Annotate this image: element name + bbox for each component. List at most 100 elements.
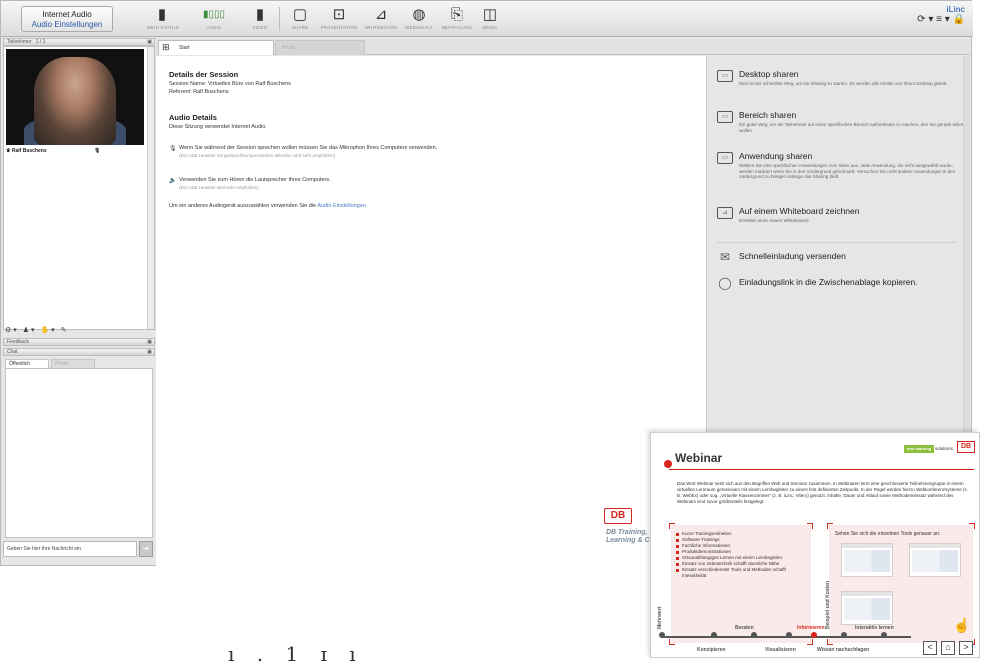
status-icon: ▮ xyxy=(157,6,167,23)
poll-button[interactable]: ⎘ BEFRAGUNG xyxy=(437,5,477,35)
webinar-slide: Webinar new learning solutions DB Das Wo… xyxy=(650,432,980,658)
audio-settings-button[interactable]: Internet Audio Audio Einstellungen xyxy=(21,6,113,32)
timeline-dot[interactable] xyxy=(841,632,847,638)
timeline-dot[interactable] xyxy=(751,632,757,638)
microphone-icon: 🎙 xyxy=(94,148,101,154)
tool-thumbnail[interactable] xyxy=(909,543,961,577)
chat-collapse-icon[interactable]: ▣ xyxy=(147,349,152,355)
web-content-icon: ◍ xyxy=(412,6,426,23)
whiteboard-draw-title: Auf einem Whiteboard zeichnen xyxy=(739,206,860,216)
tab-public-chat[interactable]: Öffentlich xyxy=(5,359,49,368)
envelope-icon: ✉ xyxy=(719,250,731,264)
toolbar-divider xyxy=(279,7,280,31)
participants-header[interactable]: Teilnehmer 1 / 1 ▣ xyxy=(3,38,155,46)
tab-start[interactable]: ⊞ Start xyxy=(158,40,274,55)
partial-bottom-text: ı . 1 ɪ ı xyxy=(228,642,364,666)
tool-thumbnail[interactable] xyxy=(841,543,893,577)
app-share-desc: Wählen Sie eine spezifischen Anwendungen… xyxy=(739,163,956,179)
tab-start-label: Start xyxy=(179,45,190,51)
tool-thumbnail[interactable] xyxy=(841,591,893,625)
corner-mark xyxy=(827,523,833,529)
video-button[interactable]: ▮ VIDEO xyxy=(247,5,273,35)
participants-scrollbar[interactable] xyxy=(147,47,154,329)
list-item: Einsatz verschiedenster Tools und Method… xyxy=(676,567,806,579)
desktop-share-desc: Dies ist der schnellste Weg, um ein Shar… xyxy=(739,81,948,86)
slide-title: Webinar xyxy=(675,451,723,465)
timeline-step-interaktiv[interactable]: Interaktiv lernen xyxy=(855,625,894,631)
tab-ghost[interactable]: Privat xyxy=(275,40,365,55)
participant-row[interactable]: ♛ Ralf Buschens 🎙 xyxy=(6,147,146,155)
slide-paragraph: Das Wort Webinar setzt sich aus den Begr… xyxy=(677,481,969,504)
feedback-collapse-icon[interactable]: ▣ xyxy=(147,339,152,345)
panel-collapse-icon[interactable]: ▣ xyxy=(147,39,152,45)
main-toolbar: Internet Audio Audio Einstellungen ▮ MEI… xyxy=(1,1,973,37)
speaker-bullet-icon: 🔈 xyxy=(169,178,177,184)
video-label: VIDEO xyxy=(252,25,268,30)
slide-title-bullet xyxy=(664,460,672,468)
chat-title: Chat xyxy=(7,349,18,355)
home-tab-icon: ⊞ xyxy=(162,42,170,52)
microphone-text: Wenn Sie während der Session sprechen wo… xyxy=(179,145,438,151)
timeline-dot[interactable] xyxy=(711,632,717,638)
participant-video xyxy=(6,49,144,145)
media-button[interactable]: ◫ MEDIA xyxy=(477,5,503,35)
session-details-heading: Details der Session xyxy=(169,70,239,79)
session-name: Session Name: Virtuelles Büro von Ralf B… xyxy=(169,81,291,87)
audio-settings-link[interactable]: Audio Einstellungen. xyxy=(317,203,367,209)
tab-private-chat[interactable]: Privat xyxy=(51,359,95,368)
chat-input[interactable]: Geben Sie hier Ihre Nachricht ein xyxy=(3,541,137,557)
timeline-dot-active[interactable] xyxy=(811,632,817,638)
slide-db-logo: DB xyxy=(957,441,975,453)
timeline-step-visualisieren[interactable]: Visualisieren xyxy=(765,647,796,653)
quick-invite-title: Schnelleinladung versenden xyxy=(739,251,846,261)
audio-description: Diese Sitzung verwendet Internet Audio. xyxy=(169,124,267,130)
speech-bubble-icon: ◯ xyxy=(718,276,732,290)
prev-slide-button[interactable]: < xyxy=(923,641,937,655)
chat-message-area xyxy=(5,368,153,538)
speaker-text: Verwenden Sie zum Hören die Lautsprecher… xyxy=(179,177,331,183)
home-slide-button[interactable]: ⌂ xyxy=(941,641,955,655)
status-button[interactable]: ▮ MEIN STATUS xyxy=(147,5,179,35)
desktop-share-icon: ▭ xyxy=(717,70,733,82)
audio-button-subtitle: Audio Einstellungen xyxy=(31,20,103,29)
timeline-step-informieren[interactable]: Informieren xyxy=(797,625,825,631)
tools-box: Sehen Sie sich die einzelnen Tools genau… xyxy=(827,523,975,645)
pointer-hand-icon: ☝ xyxy=(953,617,971,633)
next-slide-button[interactable]: > xyxy=(959,641,973,655)
app-share-icon: ▭ xyxy=(717,152,733,164)
timeline-dot[interactable] xyxy=(786,632,792,638)
participant-controls[interactable]: ⚙▾ ♟▾ ✋▾ ✎ xyxy=(3,326,155,336)
participants-list: ♛ Ralf Buschens 🎙 xyxy=(3,46,155,330)
db-training-text: DB Training, Learning & C xyxy=(606,529,650,544)
chat-send-button[interactable]: ➔ xyxy=(139,541,153,557)
participant-name: Ralf Buschens xyxy=(11,148,47,154)
timeline-step-wissen[interactable]: Wissen nachschlagen xyxy=(817,647,869,653)
timeline-dot[interactable] xyxy=(659,632,665,638)
audio-level-icon: ▮▯▯▯ xyxy=(202,9,225,20)
app-share-title: Anwendung sharen xyxy=(739,151,813,161)
web-content-label: WEBINHALT xyxy=(405,25,433,30)
area-share-title: Bereich sharen xyxy=(739,110,797,120)
share-button[interactable]: ▢ SHARE xyxy=(285,5,315,35)
feedback-header[interactable]: Feedback ▣ xyxy=(3,338,155,346)
timeline-dot[interactable] xyxy=(881,632,887,638)
audio-level-button[interactable]: ▮▯▯▯ AUDIO xyxy=(185,5,243,35)
options-divider xyxy=(717,242,957,243)
timeline-step-konzipieren[interactable]: Konzipieren xyxy=(697,647,726,653)
poll-icon: ⎘ xyxy=(450,6,463,23)
area-share-icon: ▭ xyxy=(717,111,733,123)
new-learning-logo: new learning xyxy=(904,445,934,453)
participants-count: 1 / 1 xyxy=(35,39,46,45)
microphone-bullet-icon: 🎙 xyxy=(169,146,177,152)
whiteboard-icon: ⊿ xyxy=(374,6,388,23)
web-content-button[interactable]: ◍ WEBINHALT xyxy=(401,5,437,35)
chat-header[interactable]: Chat ▣ xyxy=(3,348,155,356)
video-icon: ▮ xyxy=(255,6,265,23)
whiteboard-button[interactable]: ⊿ WHITEBOARD xyxy=(361,5,401,35)
brand-logo: iLinc xyxy=(946,5,965,14)
window-controls[interactable]: ⟳ ▾ ≡ ▾ 🔒 xyxy=(917,14,965,26)
whiteboard-label: WHITEBOARD xyxy=(364,25,398,30)
timeline-step-beraten[interactable]: Beraten xyxy=(735,625,754,631)
beispiel-kosten-label: Beispiel und Kosten xyxy=(825,580,831,629)
presentation-button[interactable]: ⊡ PRÄSENTATION xyxy=(317,5,361,35)
